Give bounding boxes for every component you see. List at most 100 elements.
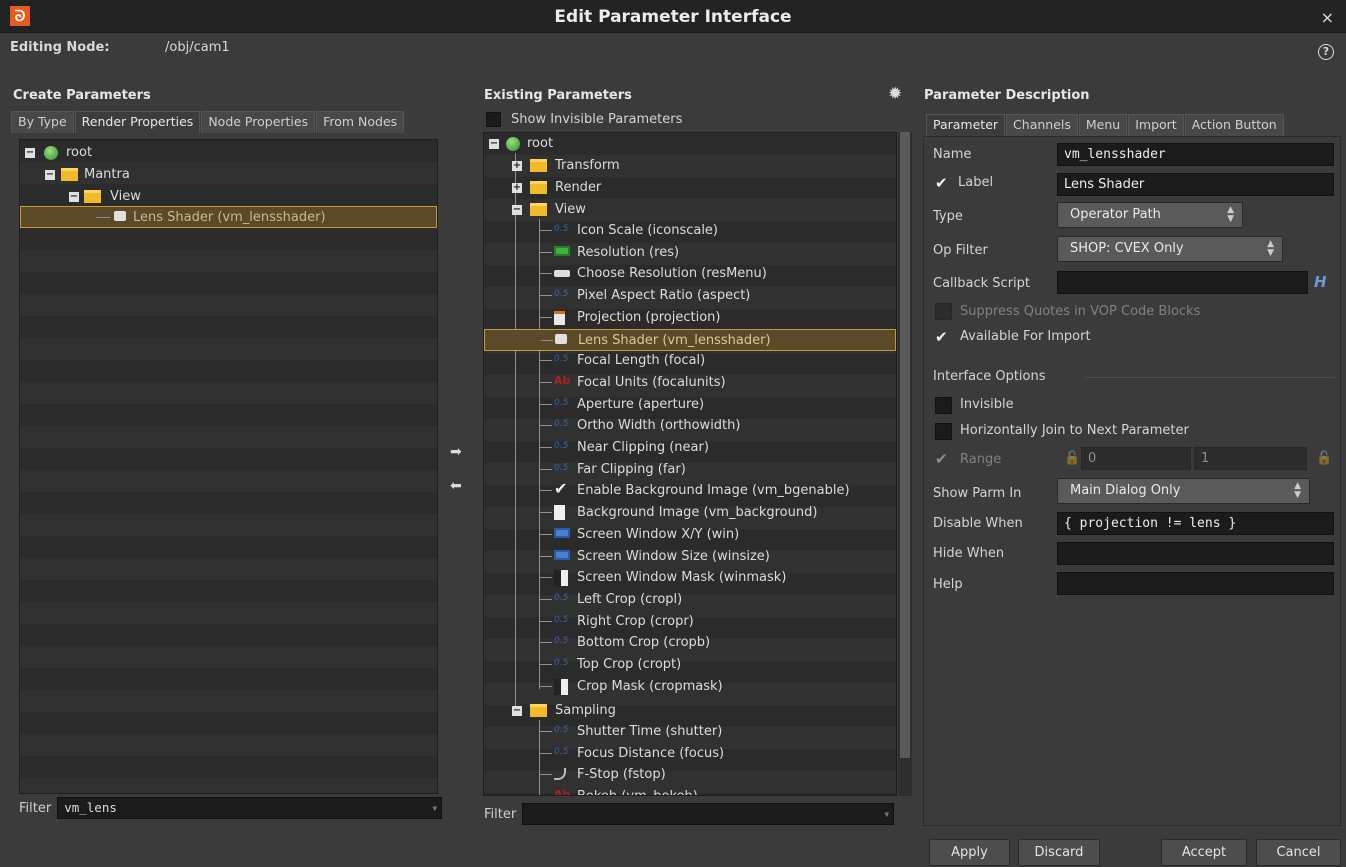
tree-item-label: Render (555, 180, 602, 195)
parameter-row[interactable]: Screen Window Size (winsize) (484, 546, 896, 568)
tree-item-label: Lens Shader (vm_lensshader) (133, 210, 326, 225)
tree-folder-render[interactable]: + Render (484, 177, 896, 199)
name-field[interactable]: vm_lensshader (1057, 143, 1334, 166)
parameter-row[interactable]: ✔ Enable Background Image (vm_bgenable) (484, 480, 896, 502)
tab-import[interactable]: Import (1128, 114, 1184, 136)
show-parm-in-dropdown[interactable]: Main Dialog Only ▲ ▼ (1057, 478, 1310, 504)
tree-folder-sampling[interactable]: − Sampling (484, 700, 896, 722)
parameter-row[interactable]: Ab Bokeh (vm_bokeh) (484, 786, 896, 795)
range-min-field[interactable]: 0 (1081, 447, 1191, 470)
collapse-icon[interactable]: − (512, 205, 522, 215)
parameter-row[interactable]: 0.5 Pixel Aspect Ratio (aspect) (484, 285, 896, 307)
tree-item-mantra[interactable]: − Mantra (20, 164, 437, 186)
tab-from-nodes[interactable]: From Nodes (316, 111, 405, 133)
remove-parameter-arrow-icon[interactable]: ⬅ (450, 478, 462, 494)
tab-action-button[interactable]: Action Button (1184, 114, 1284, 136)
tree-item-lens-shader[interactable]: Lens Shader (vm_lensshader) (20, 206, 437, 228)
edit-parameter-interface-window: ᘐ Edit Parameter Interface × Editing Nod… (0, 0, 1346, 867)
suppress-quotes-checkbox[interactable] (935, 303, 952, 320)
parameter-row[interactable]: Screen Window X/Y (win) (484, 524, 896, 546)
parameter-row[interactable]: 0.5 Ortho Width (orthowidth) (484, 415, 896, 437)
show-invisible-checkbox[interactable] (486, 112, 501, 127)
collapse-icon[interactable]: − (45, 170, 55, 180)
add-parameter-arrow-icon[interactable]: ➡ (450, 444, 462, 460)
tree-folder-transform[interactable]: + Transform (484, 155, 896, 177)
parameter-row[interactable]: 0.5 Icon Scale (iconscale) (484, 220, 896, 242)
horizontally-join-checkbox[interactable] (935, 423, 952, 440)
parameter-row[interactable]: Resolution (res) (484, 242, 896, 264)
tab-by-type[interactable]: By Type (11, 111, 74, 133)
parameter-row[interactable]: Crop Mask (cropmask) (484, 676, 896, 698)
tab-menu[interactable]: Menu (1078, 114, 1128, 136)
parameter-row[interactable]: 0.5 Focal Length (focal) (484, 350, 896, 372)
hscript-language-icon[interactable]: H (1314, 273, 1327, 291)
parameter-row[interactable]: 0.5 Shutter Time (shutter) (484, 721, 896, 743)
help-icon[interactable]: ? (1318, 44, 1334, 60)
tree-item-root[interactable]: − root (484, 133, 896, 155)
range-max-field[interactable]: 1 (1194, 447, 1307, 470)
tab-node-properties[interactable]: Node Properties (201, 111, 316, 133)
dropdown-arrow-icon[interactable]: ▼ (884, 810, 889, 819)
tree-connector (540, 533, 552, 535)
unlock-icon[interactable]: 🔓 (1316, 451, 1332, 466)
close-icon[interactable]: × (1321, 8, 1334, 27)
dropdown-arrow-icon[interactable]: ▼ (432, 804, 437, 813)
scrollbar-thumb[interactable] (900, 132, 910, 758)
gear-icon[interactable]: ✹ (888, 84, 902, 104)
int-vector-icon (554, 245, 570, 256)
collapse-icon[interactable]: − (69, 192, 79, 202)
parameter-row[interactable]: 0.5 Focus Distance (focus) (484, 743, 896, 765)
create-filter-input[interactable]: vm_lens ▼ (57, 797, 443, 819)
collapse-icon[interactable]: − (512, 706, 522, 716)
parameter-row[interactable]: Projection (projection) (484, 307, 896, 329)
invisible-checkbox[interactable] (935, 397, 952, 414)
parameter-row[interactable]: 0.5 Far Clipping (far) (484, 459, 896, 481)
parameter-row[interactable]: Screen Window Mask (winmask) (484, 567, 896, 589)
parameter-row[interactable]: 0.5 Left Crop (cropl) (484, 589, 896, 611)
tab-render-properties[interactable]: Render Properties (74, 111, 201, 133)
existing-filter-input[interactable]: ▼ (522, 803, 895, 825)
op-filter-label: Op Filter (933, 243, 988, 258)
collapse-icon[interactable]: − (25, 148, 35, 158)
label-checkbox[interactable]: ✔ (935, 174, 948, 192)
expand-icon[interactable]: + (512, 161, 522, 171)
folder-icon (530, 181, 547, 194)
collapse-icon[interactable]: − (489, 139, 499, 149)
range-checkbox[interactable]: ✔ (935, 450, 948, 468)
parameter-row[interactable]: Ab Focal Units (focalunits) (484, 372, 896, 394)
folder-icon (530, 159, 547, 172)
cancel-button[interactable]: Cancel (1256, 839, 1341, 866)
parameter-row[interactable]: F-Stop (fstop) (484, 764, 896, 786)
tree-item-root[interactable]: − root (20, 142, 437, 164)
expand-icon[interactable]: + (512, 183, 522, 193)
type-dropdown[interactable]: Operator Path ▲ ▼ (1057, 202, 1243, 228)
parameter-row[interactable]: 0.5 Top Crop (cropt) (484, 654, 896, 676)
tree-connector (540, 774, 552, 776)
parameter-row[interactable]: 0.5 Bottom Crop (cropb) (484, 632, 896, 654)
tab-parameter[interactable]: Parameter (926, 114, 1006, 136)
tree-folder-view[interactable]: − View (484, 199, 896, 221)
tree-connector (540, 468, 552, 470)
parameter-row[interactable]: Choose Resolution (resMenu) (484, 263, 896, 285)
op-filter-dropdown[interactable]: SHOP: CVEX Only ▲ ▼ (1057, 236, 1283, 262)
existing-scrollbar[interactable] (898, 132, 912, 796)
parameter-row[interactable]: 0.5 Near Clipping (near) (484, 437, 896, 459)
parameter-row[interactable]: Lens Shader (vm_lensshader) (484, 328, 896, 351)
parameter-row[interactable]: 0.5 Aperture (aperture) (484, 394, 896, 416)
callback-script-field[interactable] (1057, 271, 1308, 294)
disable-when-field[interactable]: { projection != lens } (1057, 512, 1334, 535)
apply-button[interactable]: Apply (929, 839, 1010, 866)
parameter-row[interactable]: 0.5 Right Crop (cropr) (484, 611, 896, 633)
tab-channels[interactable]: Channels (1006, 114, 1078, 136)
float-icon: 0.5 (554, 354, 569, 365)
tree-item-view[interactable]: − View (20, 186, 437, 208)
hide-when-field[interactable] (1057, 542, 1334, 565)
help-field[interactable] (1057, 572, 1334, 595)
label-field[interactable]: Lens Shader (1057, 173, 1334, 196)
unlock-icon[interactable]: 🔓 (1064, 451, 1080, 466)
invisible-label: Invisible (960, 397, 1014, 412)
discard-button[interactable]: Discard (1018, 839, 1100, 866)
available-for-import-checkbox[interactable]: ✔ (935, 328, 948, 346)
parameter-row[interactable]: Background Image (vm_background) (484, 502, 896, 524)
accept-button[interactable]: Accept (1161, 839, 1247, 866)
